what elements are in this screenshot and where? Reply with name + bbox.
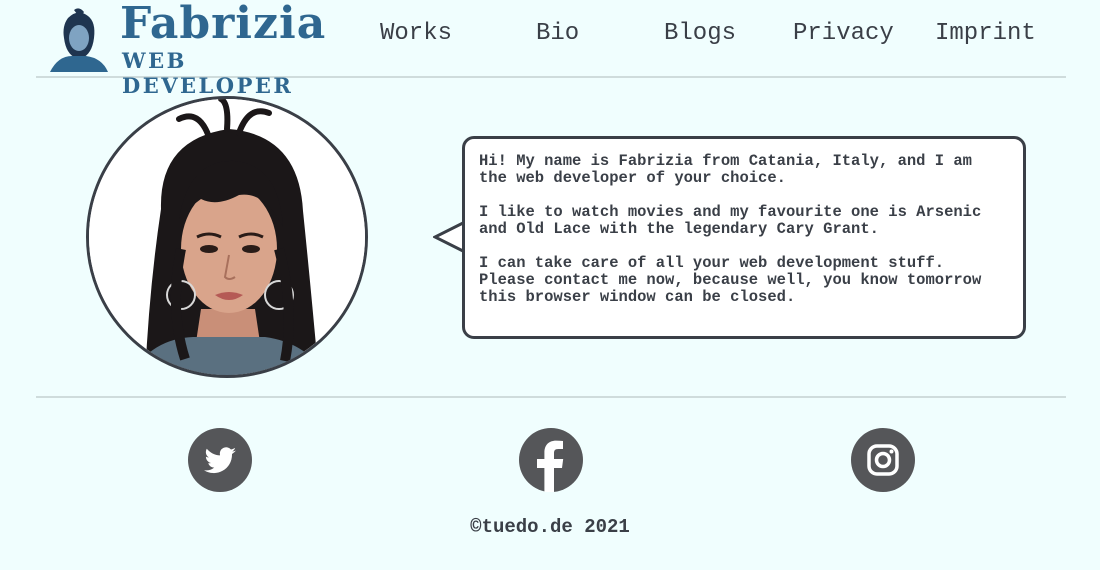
site-header: Fabrizia WEB DEVELOPER Works Bio Blogs P… [36, 0, 1066, 98]
nav-link-bio[interactable]: Bio [536, 20, 579, 47]
logo-subtitle: WEB DEVELOPER [122, 48, 294, 98]
intro-paragraph: I like to watch movies and my favourite … [479, 203, 982, 238]
twitter-link[interactable] [188, 428, 252, 492]
logo-title: Fabrizia [120, 0, 327, 49]
intro-paragraph: Hi! My name is Fabrizia from Catania, It… [479, 152, 972, 187]
instagram-icon [867, 444, 899, 476]
site-footer: ©tuedo.de 2021 [0, 516, 1100, 538]
main-nav: Works Bio Blogs Privacy Imprint [366, 20, 1066, 54]
twitter-icon [204, 447, 236, 474]
facebook-link[interactable] [519, 428, 583, 492]
intro-paragraph: I can take care of all your web developm… [479, 254, 982, 306]
profile-avatar [86, 96, 368, 378]
instagram-link[interactable] [851, 428, 915, 492]
copyright-text: ©tuedo.de 2021 [470, 516, 630, 538]
nav-link-blogs[interactable]: Blogs [664, 20, 736, 47]
nav-link-works[interactable]: Works [380, 20, 452, 47]
facebook-icon [537, 440, 564, 492]
site-logo[interactable]: Fabrizia WEB DEVELOPER [48, 0, 348, 98]
profile-portrait-illustration [89, 99, 365, 375]
section-divider [36, 396, 1066, 398]
logo-portrait-icon [50, 8, 108, 72]
nav-link-privacy[interactable]: Privacy [793, 20, 894, 47]
intro-speech-bubble: Hi! My name is Fabrizia from Catania, It… [462, 136, 1026, 339]
nav-link-imprint[interactable]: Imprint [935, 20, 1036, 47]
